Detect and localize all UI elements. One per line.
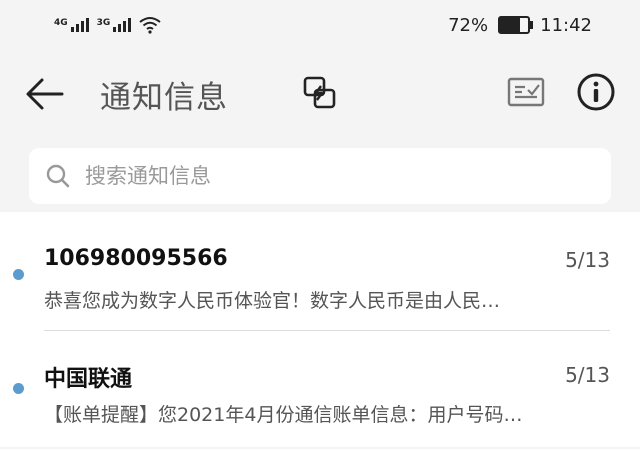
search-input[interactable] [83, 163, 567, 189]
message-date: 5/13 [565, 248, 610, 272]
search-bar[interactable] [29, 148, 611, 204]
message-preview: 【账单提醒】您2021年4月份通信账单信息：用户号码… [44, 404, 523, 426]
info-button[interactable] [576, 72, 616, 115]
message-sender: 106980095566 [44, 246, 228, 271]
unread-dot [13, 383, 24, 394]
battery-fill [500, 18, 521, 32]
message-date: 5/13 [565, 363, 610, 387]
unread-dot [13, 269, 24, 280]
list-item[interactable]: 中国联通 5/13 【账单提醒】您2021年4月份通信账单信息：用户号码… [0, 331, 640, 449]
search-icon [46, 164, 70, 188]
message-sender: 中国联通 [44, 367, 133, 392]
app-header: 通知信息 [0, 56, 640, 132]
signal-3g-icon: 3G [97, 18, 132, 32]
clock: 11:42 [540, 14, 592, 36]
back-button[interactable] [24, 74, 64, 114]
page-title: 通知信息 [100, 80, 228, 116]
network-3g-label: 3G [96, 18, 111, 28]
battery-percent: 72% [448, 14, 489, 36]
battery-icon [498, 16, 534, 34]
message-icon [507, 77, 545, 107]
message-preview: 恭喜您成为数字人民币体验官！数字人民币是由人民… [44, 290, 501, 312]
wifi-icon [139, 17, 161, 34]
message-button[interactable] [507, 76, 545, 111]
info-icon [577, 73, 615, 111]
status-bar: 4G 3G 72% 11:42 [0, 0, 640, 50]
network-4g-label: 4G [54, 18, 68, 28]
switch-icon [303, 76, 336, 109]
status-left: 4G 3G [0, 16, 161, 34]
list-item[interactable]: 106980095566 5/13 恭喜您成为数字人民币体验官！数字人民币是由人… [0, 212, 640, 331]
status-right: 72% 11:42 [448, 15, 640, 36]
message-list: 106980095566 5/13 恭喜您成为数字人民币体验官！数字人民币是由人… [0, 212, 640, 447]
switch-button[interactable] [302, 75, 338, 114]
back-arrow-icon [26, 78, 64, 110]
signal-4g-icon: 4G [54, 18, 89, 32]
